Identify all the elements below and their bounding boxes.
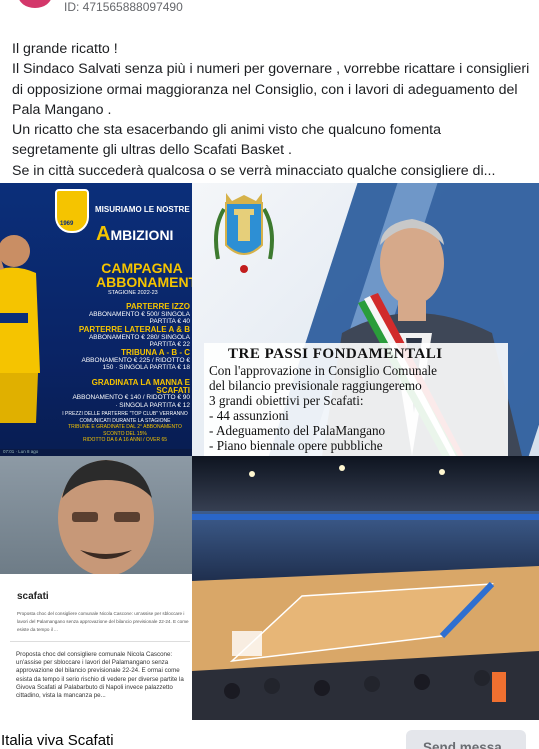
player-illustration: [0, 235, 40, 423]
price-row-head: TRIBUNA A - B - C: [121, 348, 190, 357]
announcement-line: - Piano biennale opere pubbliche: [209, 437, 383, 453]
news-article[interactable]: scafati Proposta choc del consigliere co…: [0, 456, 192, 720]
avatar[interactable]: [18, 0, 52, 8]
poster-footer-line: RIDOTTO DA 6 A 16 ANNI / OVER 65: [82, 437, 168, 443]
announcement-line: Con l'approvazione in Consiglio Comunale: [209, 363, 437, 378]
post-line: Il Sindaco Salvati senza più i numeri pe…: [12, 61, 530, 78]
divider: [10, 641, 190, 642]
post-line: segretamente gli ultras dello Scafati Ba…: [12, 142, 292, 159]
announcement-title: TRE PASSI FONDAMENTALI: [228, 346, 443, 362]
price-row: GRADINATA LA MANNA E SCAFATI ABBONAMENTO…: [70, 379, 190, 409]
price-row: PARTERRE IZZO ABBONAMENTO € 500/ SINGOLA…: [70, 303, 190, 326]
poster-footer-line: I PREZZI DELLE PARTERRE "TOP CLUB" VERRA…: [62, 411, 188, 424]
article-body: Proposta choc del consigliere comunale N…: [16, 651, 184, 700]
arena-photo[interactable]: [192, 456, 539, 720]
poster-slogan-rest: MBIZIONI: [110, 227, 174, 243]
send-message-button[interactable]: Send messa: [406, 730, 526, 749]
announcement-line: del bilancio previsionale raggiungeremo: [209, 377, 422, 393]
post-line: Il grande ricatto !: [12, 41, 118, 57]
post-line: Se in città succederà qualcosa o se verr…: [12, 162, 496, 179]
post-line: Pala Mangano .: [12, 101, 112, 118]
price-row-detail: ABBONAMENTO € 140 / RIDOTTO € 90 · SINGO…: [72, 394, 190, 409]
municipality-banner[interactable]: TRE PASSI FONDAMENTALI Con l'approvazion…: [192, 183, 539, 456]
post-id: ID: 471565888097490: [64, 0, 183, 14]
announcement-line: - 44 assunzioni: [209, 407, 289, 423]
post-body: Il grande ricatto ! Il Sindaco Salvati s…: [12, 39, 532, 181]
price-row-head: PARTERRE IZZO: [126, 302, 190, 311]
poster-footer-line: TRIBUNE E GRADINATE DAL 2° ABBONAMENTO S…: [68, 424, 182, 437]
photo-collage[interactable]: 1969 MISURIAMO LE NOSTRE AMBIZIONI CAMPA…: [0, 183, 539, 720]
article-summary: Proposta choc del consigliere comunale N…: [17, 611, 189, 632]
page-name-link[interactable]: Italia viva Scafati: [1, 732, 114, 749]
price-row-detail: ABBONAMENTO € 500/ SINGOLA PARTITA € 40: [88, 310, 190, 326]
poster-footer: I PREZZI DELLE PARTERRE "TOP CLUB" VERRA…: [60, 411, 190, 444]
poster-slogan-small: MISURIAMO LE NOSTRE: [95, 205, 190, 214]
post-line: di opposizione ormai maggioranza nel Con…: [12, 81, 518, 98]
poster-campaign: CAMPAGNA ABBONAMENTI: [96, 260, 192, 290]
poster-slogan: AMBIZIONI: [96, 223, 173, 246]
announcement-text: Con l'approvazione in Consiglio Comunale…: [209, 363, 509, 453]
post-header: ID: 471565888097490: [0, 0, 539, 24]
club-year: 1969: [60, 221, 74, 227]
announcement-line: 3 grandi obiettivi per Scafati:: [209, 392, 364, 408]
price-row-head: GRADINATA LA MANNA E SCAFATI: [91, 378, 190, 395]
arena-image: [192, 456, 539, 720]
price-row: PARTERRE LATERALE A & B ABBONAMENTO € 28…: [70, 326, 190, 349]
price-row-detail: ABBONAMENTO € 225 / RIDOTTO € 150 · SING…: [81, 356, 191, 372]
article-site: scafati: [17, 591, 49, 602]
season-ticket-poster[interactable]: 1969 MISURIAMO LE NOSTRE AMBIZIONI CAMPA…: [0, 183, 192, 456]
poster-season: STAGIONE 2022-23: [108, 290, 158, 296]
post-line: Un ricatto che sta esacerbando gli animi…: [12, 122, 442, 139]
poster-slogan-letter: A: [96, 223, 111, 245]
city-crest-icon: [214, 193, 274, 273]
price-row: TRIBUNA A - B - C ABBONAMENTO € 225 / RI…: [70, 348, 191, 372]
price-row-detail: ABBONAMENTO € 280/ SINGOLA PARTITA € 22: [88, 333, 190, 349]
announcement-line: - Adeguamento del PalaMangano: [209, 422, 386, 438]
councillor-photo: [58, 460, 154, 574]
poster-status: 07:01 · Lun 8 ago: [0, 449, 192, 456]
price-row-head: PARTERRE LATERALE A & B: [78, 325, 190, 334]
